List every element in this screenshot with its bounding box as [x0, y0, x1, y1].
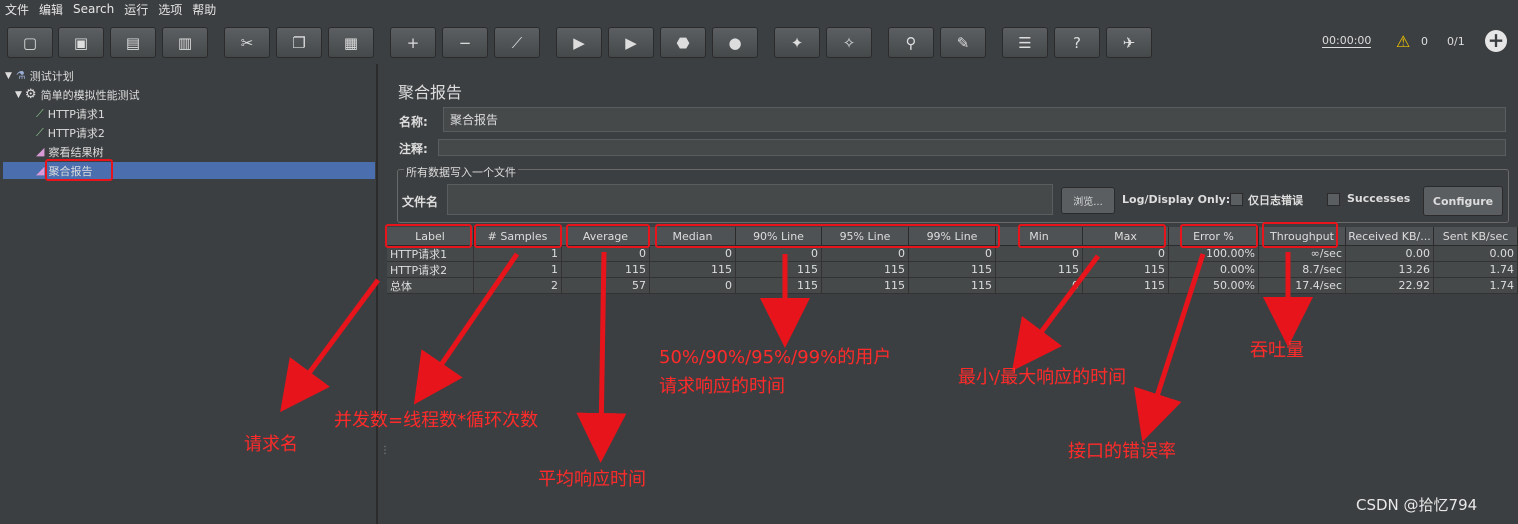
annotation-arrows: [280, 251, 1313, 463]
annotation-average: 平均响应时间: [538, 469, 646, 490]
arrow-samples: [413, 252, 520, 405]
annotation-samples: 并发数=线程数*循环次数: [334, 410, 539, 431]
watermark: CSDN @拾忆794: [1356, 496, 1478, 514]
annotation-throughput: 吞吐量: [1250, 340, 1304, 361]
annotation-percentiles-line1: 50%/90%/95%/99%的用户: [659, 347, 892, 368]
annotation-minmax: 最小/最大响应的时间: [958, 367, 1127, 388]
annotation-label: 请求名: [244, 434, 298, 455]
arrow-minmax: [1012, 254, 1101, 372]
annotation-percentiles-line2: 请求响应的时间: [659, 376, 785, 397]
annotation-error: 接口的错误率: [1068, 441, 1176, 462]
arrow-average: [576, 251, 627, 463]
arrow-error: [1133, 253, 1206, 442]
arrow-label: [280, 278, 381, 413]
